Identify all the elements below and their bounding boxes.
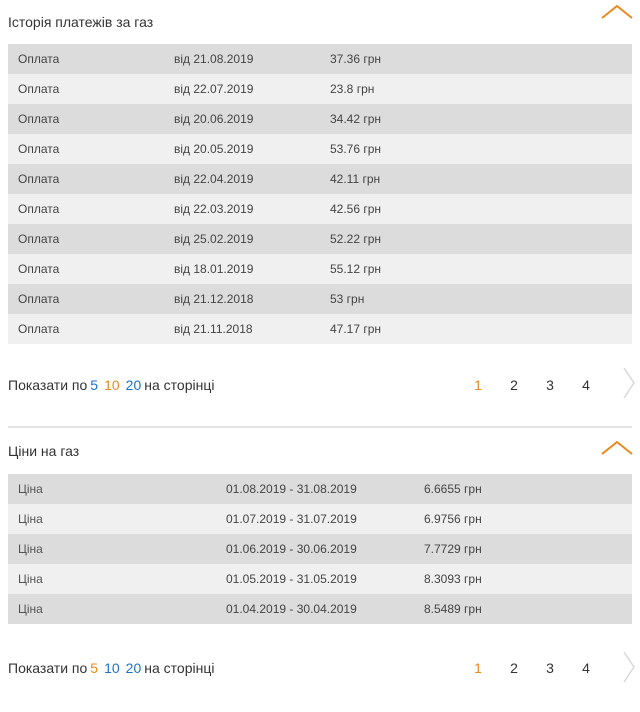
per-page-option-10[interactable]: 10: [104, 660, 120, 676]
payments-cell-type: Оплата: [18, 322, 60, 336]
page-link-3[interactable]: 3: [532, 660, 568, 676]
payments-cell-amount: 53 грн: [330, 292, 365, 306]
per-page-label: Показати по: [8, 660, 88, 676]
prices-table: Ціна 01.08.2019 - 31.08.2019 6.6655 грн Цін…: [8, 474, 632, 624]
per-page-option-10[interactable]: 10: [104, 377, 120, 393]
payments-cell-amount: 52.22 грн: [330, 232, 382, 246]
table-row: Оплата від 22.03.2019 42.56 грн: [8, 194, 632, 224]
table-row: Оплата від 21.11.2018 47.17 грн: [8, 314, 632, 344]
prices-cell-price: 8.3093 грн: [424, 572, 482, 586]
table-row: Оплата від 21.12.2018 53 грн: [8, 284, 632, 314]
prices-cell-period: 01.05.2019 - 31.05.2019: [226, 572, 357, 586]
table-row: Ціна 01.04.2019 - 30.04.2019 8.5489 грн: [8, 594, 632, 624]
table-row: Ціна 01.06.2019 - 30.06.2019 7.7729 грн: [8, 534, 632, 564]
prices-cell-type: Ціна: [18, 512, 43, 526]
payments-cell-amount: 55.12 грн: [330, 262, 382, 276]
page-link-1[interactable]: 1: [460, 377, 496, 393]
page-link-1[interactable]: 1: [460, 660, 496, 676]
page-link-3[interactable]: 3: [532, 377, 568, 393]
table-row: Оплата від 20.05.2019 53.76 грн: [8, 134, 632, 164]
prices-cell-type: Ціна: [18, 602, 43, 616]
table-row: Оплата від 22.04.2019 42.11 грн: [8, 164, 632, 194]
payments-cell-type: Оплата: [18, 52, 60, 66]
payments-cell-date: від 21.08.2019: [174, 52, 254, 66]
prices-cell-period: 01.07.2019 - 31.07.2019: [226, 512, 357, 526]
payments-cell-amount: 42.11 грн: [330, 172, 381, 186]
payments-cell-type: Оплата: [18, 172, 60, 186]
prices-section-title: Ціни на газ: [8, 443, 80, 459]
prices-pager: Показати по 5 10 20 на сторінці 1234: [0, 624, 640, 712]
payments-cell-amount: 53.76 грн: [330, 142, 382, 156]
table-row: Ціна 01.07.2019 - 31.07.2019 6.9756 грн: [8, 504, 632, 534]
table-row: Оплата від 20.06.2019 34.42 грн: [8, 104, 632, 134]
prices-cell-type: Ціна: [18, 482, 43, 496]
per-page-suffix: на сторінці: [144, 660, 215, 676]
payments-cell-amount: 47.17 грн: [330, 322, 382, 336]
table-row: Ціна 01.08.2019 - 31.08.2019 6.6655 грн: [8, 474, 632, 504]
per-page-option-5[interactable]: 5: [90, 660, 98, 676]
per-page-suffix: на сторінці: [144, 377, 215, 393]
per-page-options: 5 10 20: [87, 377, 144, 393]
chevron-right-icon[interactable]: [622, 650, 636, 684]
table-row: Оплата від 22.07.2019 23.8 грн: [8, 74, 632, 104]
chevron-up-icon: [601, 4, 633, 19]
payments-cell-amount: 42.56 грн: [330, 202, 382, 216]
per-page-option-20[interactable]: 20: [126, 377, 142, 393]
payments-cell-amount: 23.8 грн: [330, 82, 375, 96]
payments-cell-amount: 37.36 грн: [330, 52, 382, 66]
prices-cell-price: 8.5489 грн: [424, 602, 482, 616]
prices-cell-price: 7.7729 грн: [424, 542, 482, 556]
prices-cell-price: 6.9756 грн: [424, 512, 482, 526]
prices-cell-period: 01.06.2019 - 30.06.2019: [226, 542, 357, 556]
payments-cell-date: від 20.05.2019: [174, 142, 254, 156]
payments-cell-date: від 20.06.2019: [174, 112, 254, 126]
payments-cell-date: від 22.03.2019: [174, 202, 254, 216]
per-page-label: Показати по: [8, 377, 88, 393]
table-row: Оплата від 25.02.2019 52.22 грн: [8, 224, 632, 254]
payments-cell-type: Оплата: [18, 82, 60, 96]
prices-section-header[interactable]: Ціни на газ: [0, 428, 640, 474]
payments-cell-amount: 34.42 грн: [330, 112, 382, 126]
payments-cell-date: від 25.02.2019: [174, 232, 254, 246]
per-page-option-20[interactable]: 20: [126, 660, 142, 676]
payments-pager: Показати по 5 10 20 на сторінці 1234: [0, 344, 640, 426]
payments-cell-type: Оплата: [18, 202, 60, 216]
prices-cell-period: 01.08.2019 - 31.08.2019: [226, 482, 357, 496]
payments-section-header[interactable]: Історія платежів за газ: [0, 0, 640, 44]
prices-cell-price: 6.6655 грн: [424, 482, 482, 496]
payments-cell-type: Оплата: [18, 232, 60, 246]
payments-cell-date: від 21.11.2018: [174, 322, 253, 336]
per-page-options: 5 10 20: [87, 660, 144, 676]
page-link-4[interactable]: 4: [568, 377, 604, 393]
payments-cell-date: від 18.01.2019: [174, 262, 254, 276]
payments-cell-date: від 22.04.2019: [174, 172, 254, 186]
prices-cell-period: 01.04.2019 - 30.04.2019: [226, 602, 357, 616]
payments-cell-type: Оплата: [18, 112, 60, 126]
payments-cell-type: Оплата: [18, 262, 60, 276]
chevron-up-icon: [601, 440, 633, 455]
page-link-4[interactable]: 4: [568, 660, 604, 676]
payments-cell-type: Оплата: [18, 142, 60, 156]
prices-cell-type: Ціна: [18, 572, 43, 586]
page-link-2[interactable]: 2: [496, 660, 532, 676]
pagination: 1234: [460, 344, 604, 426]
payments-cell-type: Оплата: [18, 292, 60, 306]
table-row: Ціна 01.05.2019 - 31.05.2019 8.3093 грн: [8, 564, 632, 594]
payments-collapse-button[interactable]: [600, 2, 634, 22]
payments-cell-date: від 22.07.2019: [174, 82, 254, 96]
per-page-option-5[interactable]: 5: [90, 377, 98, 393]
table-row: Оплата від 18.01.2019 55.12 грн: [8, 254, 632, 284]
prices-collapse-button[interactable]: [600, 438, 634, 458]
payments-cell-date: від 21.12.2018: [174, 292, 254, 306]
payments-section-title: Історія платежів за газ: [8, 14, 154, 30]
pagination: 1234: [460, 624, 604, 712]
prices-cell-type: Ціна: [18, 542, 43, 556]
payments-table: Оплата від 21.08.2019 37.36 грн Оплата від 2…: [8, 44, 632, 344]
chevron-right-icon[interactable]: [622, 366, 636, 400]
page-link-2[interactable]: 2: [496, 377, 532, 393]
table-row: Оплата від 21.08.2019 37.36 грн: [8, 44, 632, 74]
